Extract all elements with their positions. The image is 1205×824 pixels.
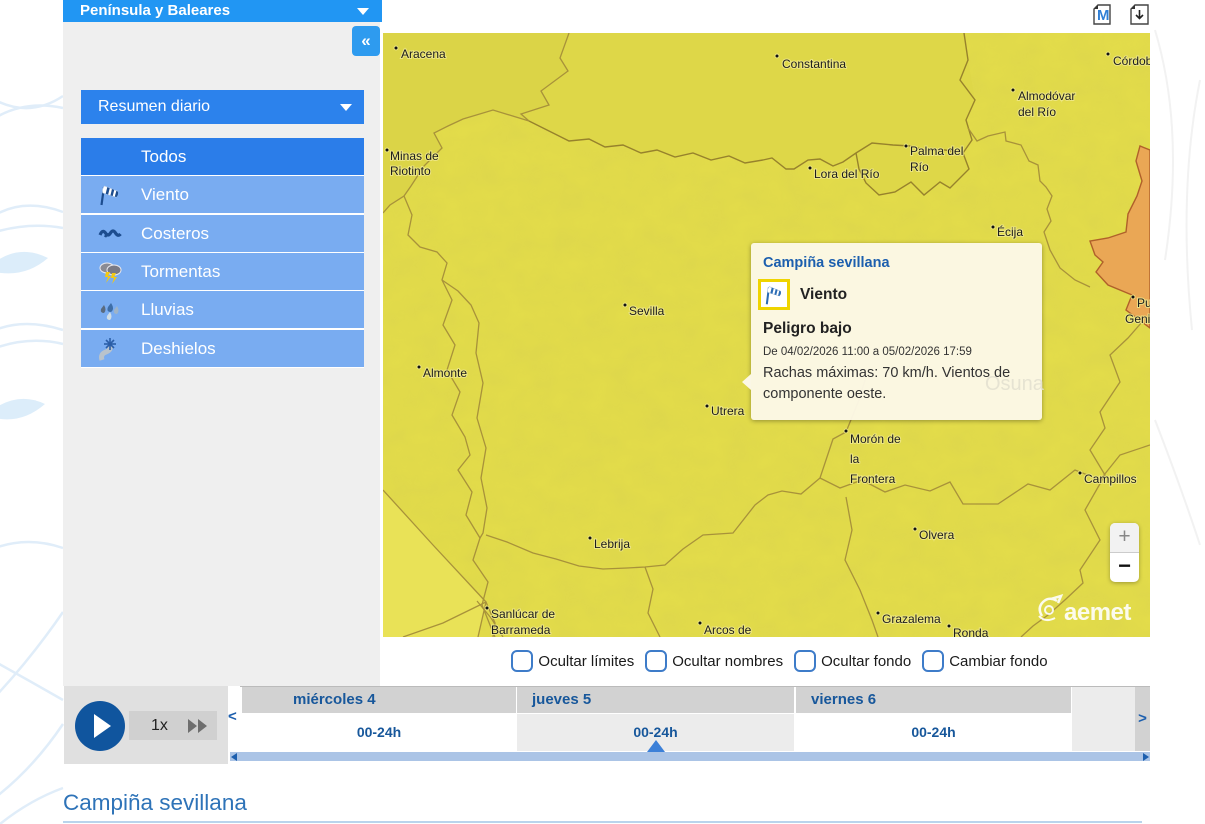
svg-text:Frontera: Frontera [850, 472, 896, 486]
svg-text:Puente: Puente [1137, 296, 1150, 310]
svg-text:M: M [1097, 7, 1110, 24]
svg-text:Campillos: Campillos [1084, 472, 1137, 486]
svg-text:Barrameda: Barrameda [491, 623, 551, 637]
svg-text:Arcos de: Arcos de [704, 623, 752, 637]
svg-text:Sevilla: Sevilla [629, 304, 665, 318]
svg-text:Genil: Genil [1125, 312, 1150, 326]
svg-text:Río: Río [910, 160, 929, 174]
svg-text:Palma del: Palma del [910, 144, 963, 158]
svg-text:Ronda: Ronda [953, 626, 989, 637]
svg-text:Almodóvar: Almodóvar [1018, 89, 1075, 103]
svg-text:Constantina: Constantina [782, 57, 846, 71]
svg-text:aemet: aemet [1064, 599, 1131, 626]
svg-text:Minas de: Minas de [390, 149, 439, 163]
svg-text:Écija: Écija [997, 224, 1023, 239]
svg-text:Aracena: Aracena [401, 47, 446, 61]
svg-text:Lora del Río: Lora del Río [814, 167, 880, 181]
svg-text:Lebrija: Lebrija [594, 537, 630, 551]
svg-text:Utrera: Utrera [711, 404, 745, 418]
svg-text:Sanlúcar de: Sanlúcar de [491, 607, 555, 621]
svg-text:Córdoba: Córdoba [1113, 54, 1150, 68]
svg-text:del Río: del Río [1018, 105, 1056, 119]
svg-text:Grazalema: Grazalema [882, 612, 941, 626]
svg-text:Olvera: Olvera [919, 528, 955, 542]
svg-text:Almonte: Almonte [423, 366, 467, 380]
svg-text:Morón de: Morón de [850, 432, 901, 446]
svg-text:la: la [850, 452, 860, 466]
svg-text:Riotinto: Riotinto [390, 164, 431, 178]
